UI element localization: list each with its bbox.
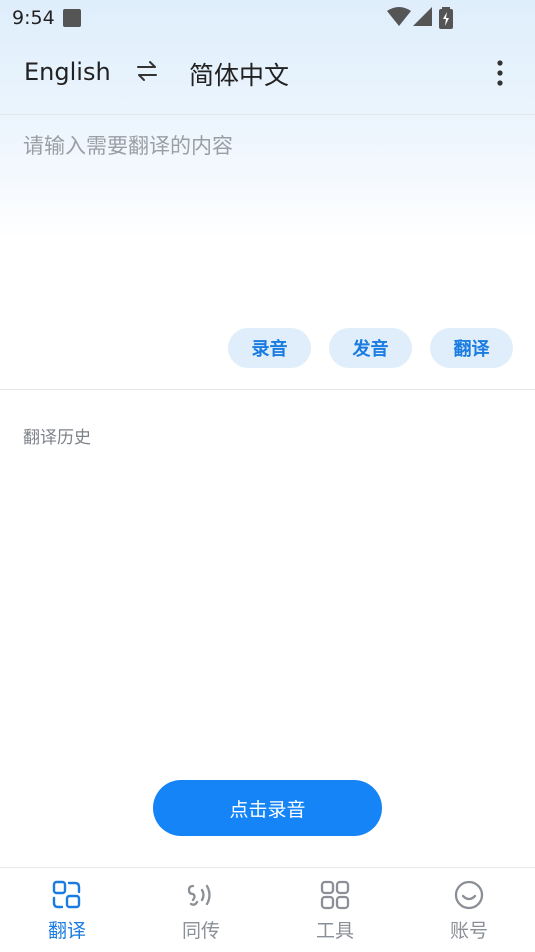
target-language-selector[interactable]: 简体中文 [189,56,289,92]
nav-item-tools[interactable]: 工具 [268,868,402,952]
divider [0,389,535,390]
nav-item-simultaneous[interactable]: 同传 [134,868,268,952]
bottom-nav: 翻译 同传 工具 账号 [0,867,535,952]
tap-to-record-button[interactable]: 点击录音 [153,780,382,836]
battery-icon [439,7,453,29]
cell-signal-icon [413,7,432,26]
wifi-icon [387,7,411,26]
more-options-icon[interactable] [497,60,503,86]
account-smile-icon [454,880,484,910]
nav-label: 同传 [181,920,220,942]
tools-grid-icon [320,880,350,910]
notification-icon [63,9,81,27]
simultaneous-interpretation-icon [187,884,211,906]
nav-label: 账号 [449,920,488,942]
record-pill-button[interactable]: 录音 [228,328,311,368]
translate-pill-button[interactable]: 翻译 [430,328,513,368]
swap-languages-icon[interactable] [136,60,158,82]
language-bar: English 简体中文 [0,36,535,115]
translate-icon [52,880,81,909]
history-title: 翻译历史 [23,428,91,448]
translation-input[interactable]: 请输入需要翻译的内容 [23,130,233,160]
nav-label: 工具 [315,920,354,942]
nav-label: 翻译 [47,920,86,942]
speak-pill-button[interactable]: 发音 [329,328,412,368]
nav-item-translate[interactable]: 翻译 [0,868,134,952]
status-time: 9:54 [12,7,55,29]
nav-item-account[interactable]: 账号 [402,868,535,952]
status-bar: 9:54 [0,0,535,36]
source-language-selector[interactable]: English [24,58,111,86]
